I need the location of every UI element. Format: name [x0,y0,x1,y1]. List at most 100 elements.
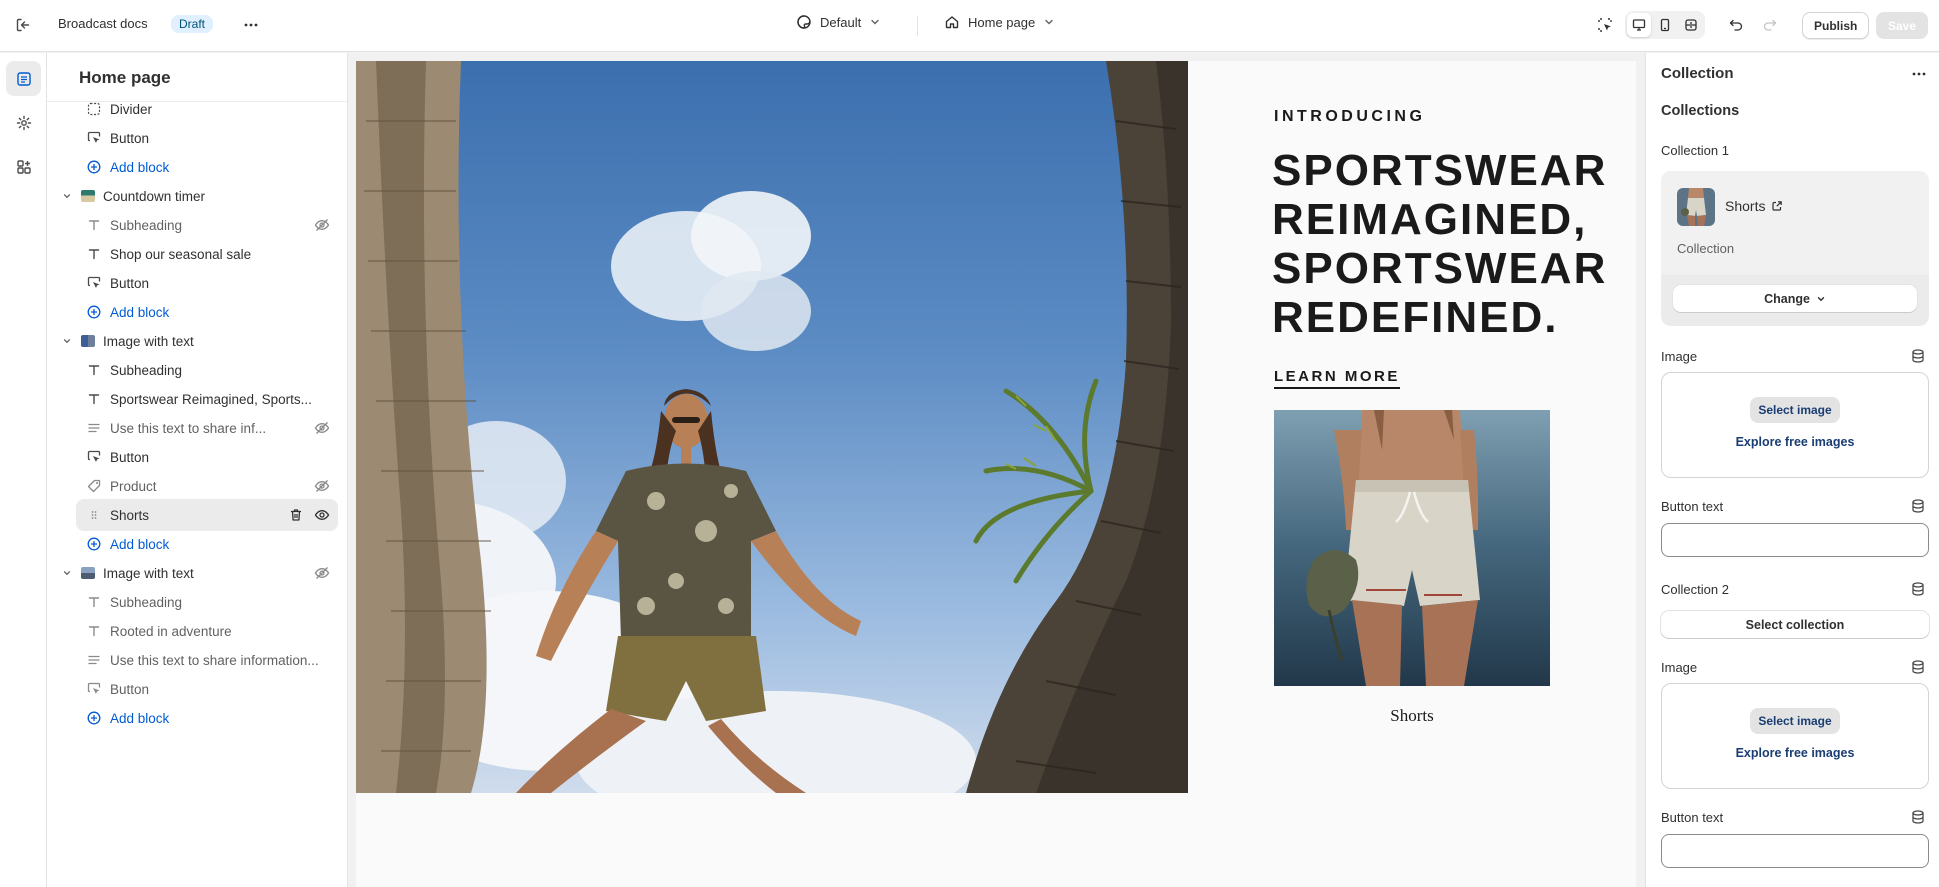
image-1-picker: Select image Explore free images [1661,372,1929,478]
product-title[interactable]: Shorts [1274,706,1550,726]
database-icon[interactable] [1910,348,1926,364]
section-countdown-timer[interactable]: Countdown timer [59,180,338,212]
select-collection-button[interactable]: Select collection [1661,611,1929,638]
page-selector[interactable]: Home page [944,14,1055,30]
image-2-label: Image [1661,660,1698,675]
collection-1-link[interactable]: Shorts [1725,198,1783,214]
tree-item-label: Subheading [110,594,183,610]
text-icon [86,246,102,262]
mobile-view-button[interactable] [1653,13,1677,37]
tag-icon [86,478,102,494]
tree-item-subheading[interactable]: Subheading [76,586,338,618]
save-button[interactable]: Save [1876,12,1929,39]
theme-label: Default [820,14,862,30]
settings-more-button[interactable] [1908,63,1930,85]
trash-icon[interactable] [288,507,304,523]
eye-off-icon[interactable] [314,420,330,436]
collection-2-label: Collection 2 [1661,582,1729,597]
tree-item-button[interactable]: Button [76,441,338,473]
database-icon[interactable] [1910,659,1926,675]
settings-panel: Collection Collections Collection 1 Shor… [1645,53,1939,887]
select-image-button[interactable]: Select image [1750,708,1840,734]
undo-button[interactable] [1723,12,1749,38]
tree-item-heading[interactable]: Rooted in adventure [76,615,338,647]
apps-nav-button[interactable] [6,149,41,184]
add-block-button[interactable]: Add block [76,702,338,734]
exit-button[interactable] [10,12,36,38]
ellipsis-icon [1912,72,1926,76]
publish-button[interactable]: Publish [1802,12,1870,39]
change-collection-button[interactable]: Change [1673,285,1917,312]
chevron-down-icon[interactable] [59,333,75,349]
cursor-select-icon [1598,18,1612,32]
button-text-2-label: Button text [1661,810,1724,825]
tree-item-product[interactable]: Product [76,470,338,502]
theme-icon [797,15,811,29]
database-icon[interactable] [1910,809,1926,825]
tree-item-label: Button [110,681,150,697]
chevron-down-icon[interactable] [59,565,75,581]
tree-item-label: Button [110,130,150,146]
drag-handle-icon[interactable] [86,507,102,523]
button-text-2-input[interactable] [1661,834,1929,868]
button-text-1-input[interactable] [1661,523,1929,557]
tree-item-button[interactable]: Button [76,267,338,299]
hero-image[interactable] [356,61,1188,793]
tree-item-button[interactable]: Button [76,673,338,705]
eye-off-icon[interactable] [314,565,330,581]
tree-item-label: Button [110,449,150,465]
explore-free-images-link[interactable]: Explore free images [1662,746,1928,760]
sections-panel: Home page Divider Button Add block Count… [47,53,348,887]
theme-selector[interactable]: Default [796,14,881,30]
section-image-with-text-2[interactable]: Image with text [59,557,338,589]
redo-icon [1763,19,1777,31]
redo-button[interactable] [1757,12,1783,38]
desktop-icon [1632,19,1646,31]
fullscreen-view-button[interactable] [1679,13,1703,37]
eye-off-icon[interactable] [314,217,330,233]
add-block-button[interactable]: Add block [76,528,338,560]
tree-item-divider[interactable]: Divider [76,93,338,125]
select-image-button[interactable]: Select image [1750,397,1840,423]
add-block-button[interactable]: Add block [76,296,338,328]
section-image-with-text[interactable]: Image with text [59,325,338,357]
desktop-view-button[interactable] [1627,13,1651,37]
settings-title: Collection [1661,65,1734,82]
topbar-divider [917,16,918,36]
chevron-down-icon[interactable] [59,188,75,204]
theme-settings-nav-button[interactable] [6,105,41,140]
tree-item-subheading[interactable]: Subheading [76,354,338,386]
collection-thumbnail [1677,188,1715,226]
tree-item-label: Divider [110,101,153,117]
database-icon[interactable] [1910,581,1926,597]
tree-item-subheading[interactable]: Subheading [76,209,338,241]
database-icon[interactable] [1910,498,1926,514]
explore-free-images-link[interactable]: Explore free images [1662,435,1928,449]
tree-item-heading[interactable]: Shop our seasonal sale [76,238,338,270]
tree-item-text[interactable]: Use this text to share information... [76,644,338,676]
mobile-icon [1660,18,1670,32]
learn-more-link[interactable]: LEARN MORE [1274,368,1400,389]
plus-circle-icon [86,710,102,726]
collections-heading: Collections [1661,103,1740,119]
tree-item-shorts[interactable]: Shorts [76,499,338,531]
product-image[interactable] [1274,410,1550,686]
text-icon [86,362,102,378]
eye-icon[interactable] [314,507,330,523]
inspector-button[interactable] [1592,12,1618,38]
more-actions-button[interactable] [238,12,264,38]
divider-icon [86,101,102,117]
button-text-1-label: Button text [1661,499,1724,514]
status-badge: Draft [171,15,214,33]
sections-nav-button[interactable] [6,61,41,96]
tree-item-text[interactable]: Use this text to share inf... [76,412,338,444]
collection-1-card: Shorts Collection Change [1661,171,1929,326]
change-label: Change [1764,291,1810,306]
add-block-button[interactable]: Add block [76,151,338,183]
eye-off-icon[interactable] [314,478,330,494]
home-icon [945,16,959,29]
store-preview[interactable]: INTRODUCING SPORTSWEAR REIMAGINED, SPORT… [356,61,1636,887]
tree-item-heading[interactable]: Sportswear Reimagined, Sports... [76,383,338,415]
sidebar-rail [0,53,47,887]
tree-item-button[interactable]: Button [76,122,338,154]
